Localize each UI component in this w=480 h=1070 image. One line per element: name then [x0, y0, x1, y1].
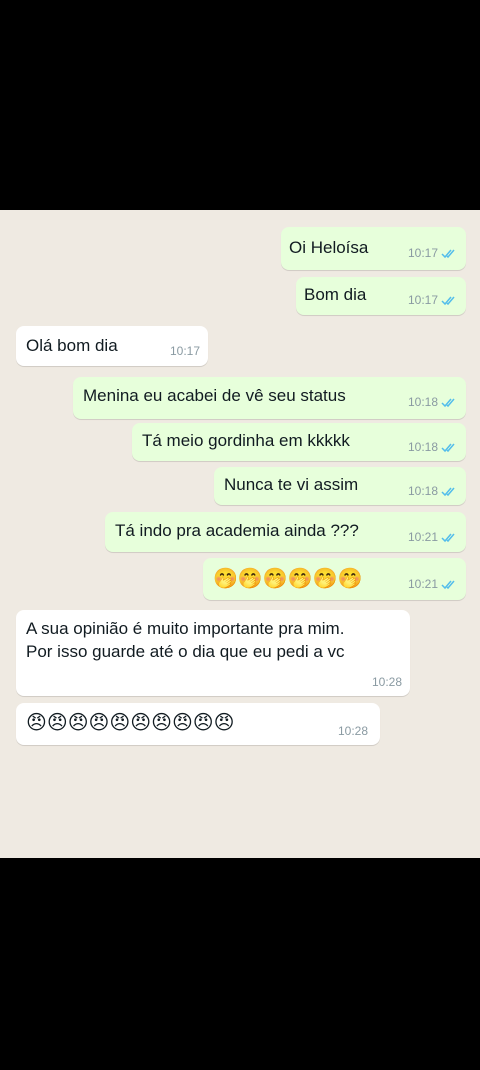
message-meta: 10:18 [408, 395, 458, 409]
message-outgoing[interactable]: 🤭🤭🤭🤭🤭🤭 10:21 [203, 558, 466, 600]
message-time: 10:21 [407, 577, 438, 591]
message-time: 10:17 [169, 344, 200, 358]
double-check-icon [441, 296, 455, 305]
message-text: Olá bom dia [26, 336, 118, 355]
message-outgoing[interactable]: Tá meio gordinha em kkkkk 10:18 [132, 423, 466, 461]
message-incoming[interactable]: 😠😠😠😠😠😠😠😠😠😠 10:28 [16, 703, 380, 745]
double-check-icon [441, 398, 455, 407]
double-check-icon [441, 443, 455, 452]
message-outgoing[interactable]: Nunca te vi assim 10:18 [214, 467, 466, 505]
double-check-icon [441, 580, 455, 589]
message-outgoing[interactable]: Bom dia 10:17 [296, 277, 466, 315]
double-check-icon [441, 533, 455, 542]
message-line-2: Por isso guarde até o dia que eu pedi a … [26, 642, 345, 661]
message-emoji: 😠😠😠😠😠😠😠😠😠😠 [26, 712, 235, 734]
message-meta: 10:18 [408, 440, 458, 454]
message-time: 10:17 [407, 293, 438, 307]
message-time: 10:28 [371, 675, 402, 689]
message-time: 10:17 [407, 246, 438, 260]
message-meta: 10:21 [408, 577, 458, 591]
message-meta: 10:17 [408, 293, 458, 307]
message-text: Oi Heloísa [289, 238, 369, 257]
message-text: Bom dia [304, 285, 367, 304]
message-time: 10:18 [407, 484, 438, 498]
message-meta: 10:21 [408, 530, 458, 544]
message-text: Tá meio gordinha em kkkkk [142, 431, 350, 450]
message-incoming[interactable]: Olá bom dia 10:17 [16, 326, 208, 366]
message-text: Nunca te vi assim [224, 475, 359, 494]
message-meta: 10:18 [408, 484, 458, 498]
message-time: 10:18 [407, 440, 438, 454]
message-time: 10:21 [407, 530, 438, 544]
message-meta: 10:28 [338, 724, 368, 738]
message-meta: 10:28 [372, 675, 402, 689]
message-emoji: 🤭🤭🤭🤭🤭🤭 [213, 568, 363, 590]
chat-area[interactable]: Oi Heloísa 10:17 Bom dia 10:17 Olá bom d… [0, 210, 480, 858]
message-meta: 10:17 [408, 246, 458, 260]
message-time: 10:18 [407, 395, 438, 409]
message-line-1: A sua opinião é muito importante pra mim… [26, 619, 345, 638]
message-incoming[interactable]: A sua opinião é muito importante pra mim… [16, 610, 410, 696]
message-time: 10:28 [337, 724, 368, 738]
double-check-icon [441, 487, 455, 496]
message-outgoing[interactable]: Menina eu acabei de vê seu status 10:18 [73, 377, 466, 419]
double-check-icon [441, 249, 455, 258]
message-outgoing[interactable]: Tá indo pra academia ainda ??? 10:21 [105, 512, 466, 552]
message-text: Tá indo pra academia ainda ??? [115, 521, 359, 540]
message-text: Menina eu acabei de vê seu status [83, 386, 346, 405]
message-outgoing[interactable]: Oi Heloísa 10:17 [281, 227, 466, 270]
message-meta: 10:17 [170, 344, 200, 358]
